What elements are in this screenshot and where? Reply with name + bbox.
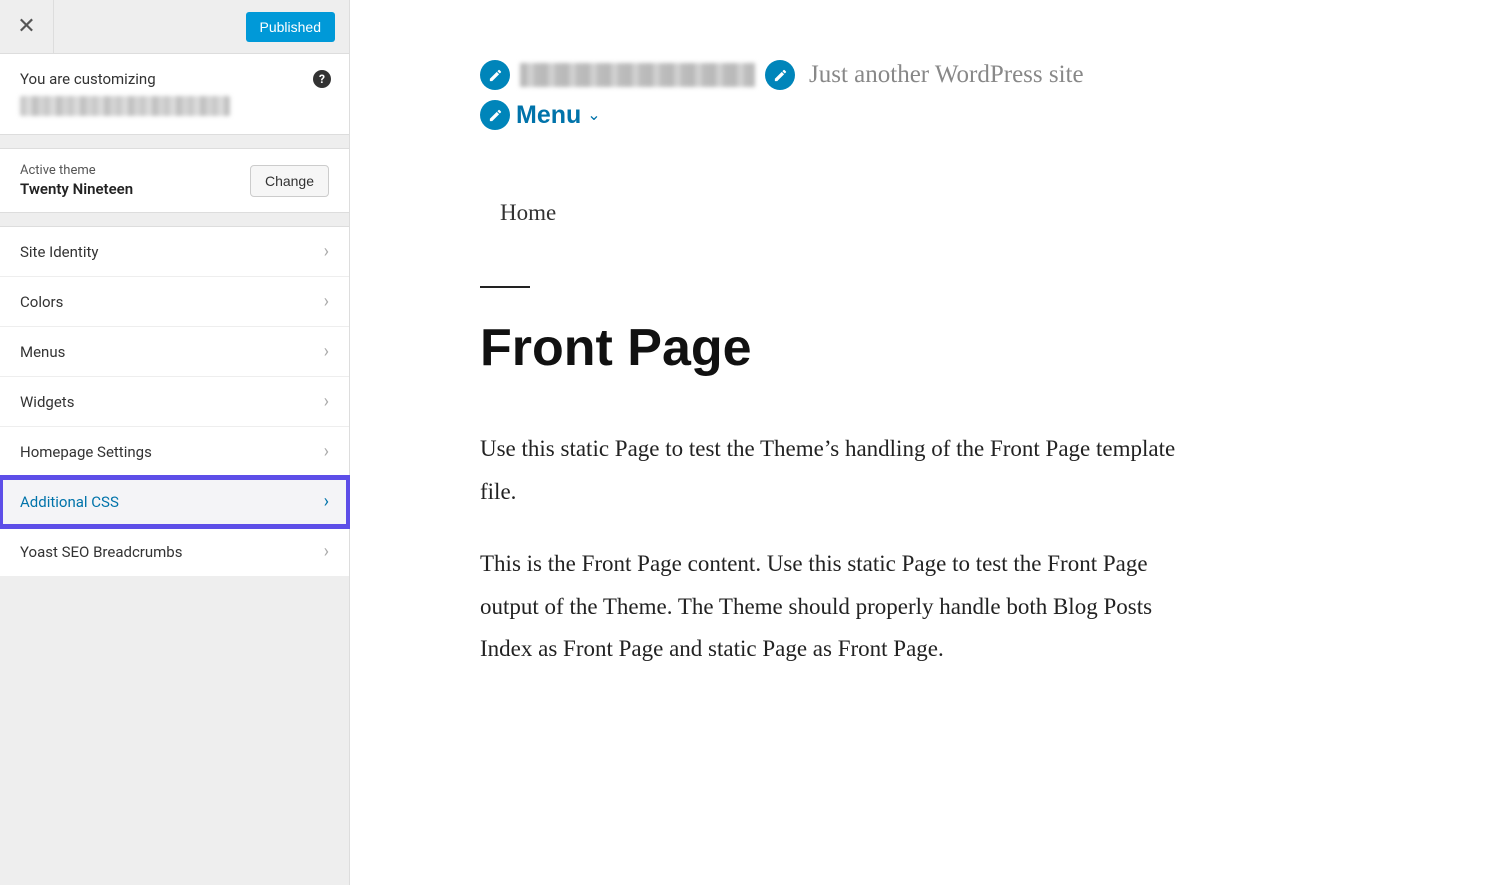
- sidebar-item-label: Menus: [20, 343, 65, 361]
- body-paragraph: This is the Front Page content. Use this…: [480, 543, 1180, 671]
- edit-tagline-button[interactable]: [765, 60, 795, 90]
- chevron-right-icon: ›: [324, 241, 329, 262]
- chevron-right-icon: ›: [324, 341, 329, 362]
- publish-button[interactable]: Published: [246, 12, 336, 42]
- body-paragraph: Use this static Page to test the Theme’s…: [480, 428, 1180, 513]
- sidebar-item-additional-css[interactable]: Additional CSS ›: [0, 477, 349, 527]
- sidebar-item-label: Colors: [20, 293, 63, 311]
- close-icon: ✕: [17, 14, 35, 39]
- customizer-menu-list: Site Identity›Colors›Menus›Widgets›Homep…: [0, 227, 349, 577]
- menu-row: Menu ⌄: [480, 100, 1370, 130]
- chevron-right-icon: ›: [324, 291, 329, 312]
- close-button[interactable]: ✕: [0, 0, 54, 54]
- site-tagline: Just another WordPress site: [809, 61, 1084, 89]
- breadcrumb: Home: [500, 200, 1370, 226]
- preview-pane: Just another WordPress site Menu ⌄ Home …: [350, 0, 1500, 885]
- title-divider: [480, 286, 530, 288]
- page-title: Front Page: [480, 318, 1370, 378]
- pencil-icon: [488, 108, 503, 123]
- sidebar-item-widgets[interactable]: Widgets ›: [0, 377, 349, 427]
- site-header: Just another WordPress site: [480, 60, 1370, 90]
- sidebar-item-label: Widgets: [20, 393, 74, 411]
- sidebar-item-colors[interactable]: Colors ›: [0, 277, 349, 327]
- chevron-right-icon: ›: [324, 391, 329, 412]
- sidebar-item-site-identity[interactable]: Site Identity ›: [0, 227, 349, 277]
- pencil-icon: [773, 68, 788, 83]
- menu-toggle[interactable]: Menu: [516, 101, 581, 130]
- customizing-panel: You are customizing ?: [0, 54, 349, 135]
- chevron-down-icon: ⌄: [587, 105, 600, 125]
- change-theme-button[interactable]: Change: [250, 165, 329, 197]
- site-name-redacted: [20, 96, 230, 116]
- active-theme-label: Active theme: [20, 163, 133, 178]
- customizing-label: You are customizing: [20, 70, 329, 88]
- sidebar-item-label: Homepage Settings: [20, 443, 152, 461]
- site-title-redacted: [520, 63, 755, 87]
- edit-menu-button[interactable]: [480, 100, 510, 130]
- customizer-sidebar: ✕ Published You are customizing ? Active…: [0, 0, 350, 885]
- sidebar-item-yoast-seo-breadcrumbs[interactable]: Yoast SEO Breadcrumbs ›: [0, 527, 349, 577]
- chevron-right-icon: ›: [324, 441, 329, 462]
- active-theme-row: Active theme Twenty Nineteen Change: [0, 149, 349, 213]
- chevron-right-icon: ›: [324, 541, 329, 562]
- spacer: [0, 213, 349, 227]
- customizer-topbar: ✕ Published: [0, 0, 349, 54]
- sidebar-item-homepage-settings[interactable]: Homepage Settings ›: [0, 427, 349, 477]
- spacer: [0, 135, 349, 149]
- sidebar-item-label: Additional CSS: [20, 493, 119, 511]
- sidebar-item-label: Site Identity: [20, 243, 98, 261]
- sidebar-item-menus[interactable]: Menus ›: [0, 327, 349, 377]
- chevron-right-icon: ›: [324, 491, 329, 512]
- edit-site-title-button[interactable]: [480, 60, 510, 90]
- active-theme-name: Twenty Nineteen: [20, 180, 133, 198]
- help-icon[interactable]: ?: [313, 70, 331, 88]
- pencil-icon: [488, 68, 503, 83]
- sidebar-item-label: Yoast SEO Breadcrumbs: [20, 543, 182, 561]
